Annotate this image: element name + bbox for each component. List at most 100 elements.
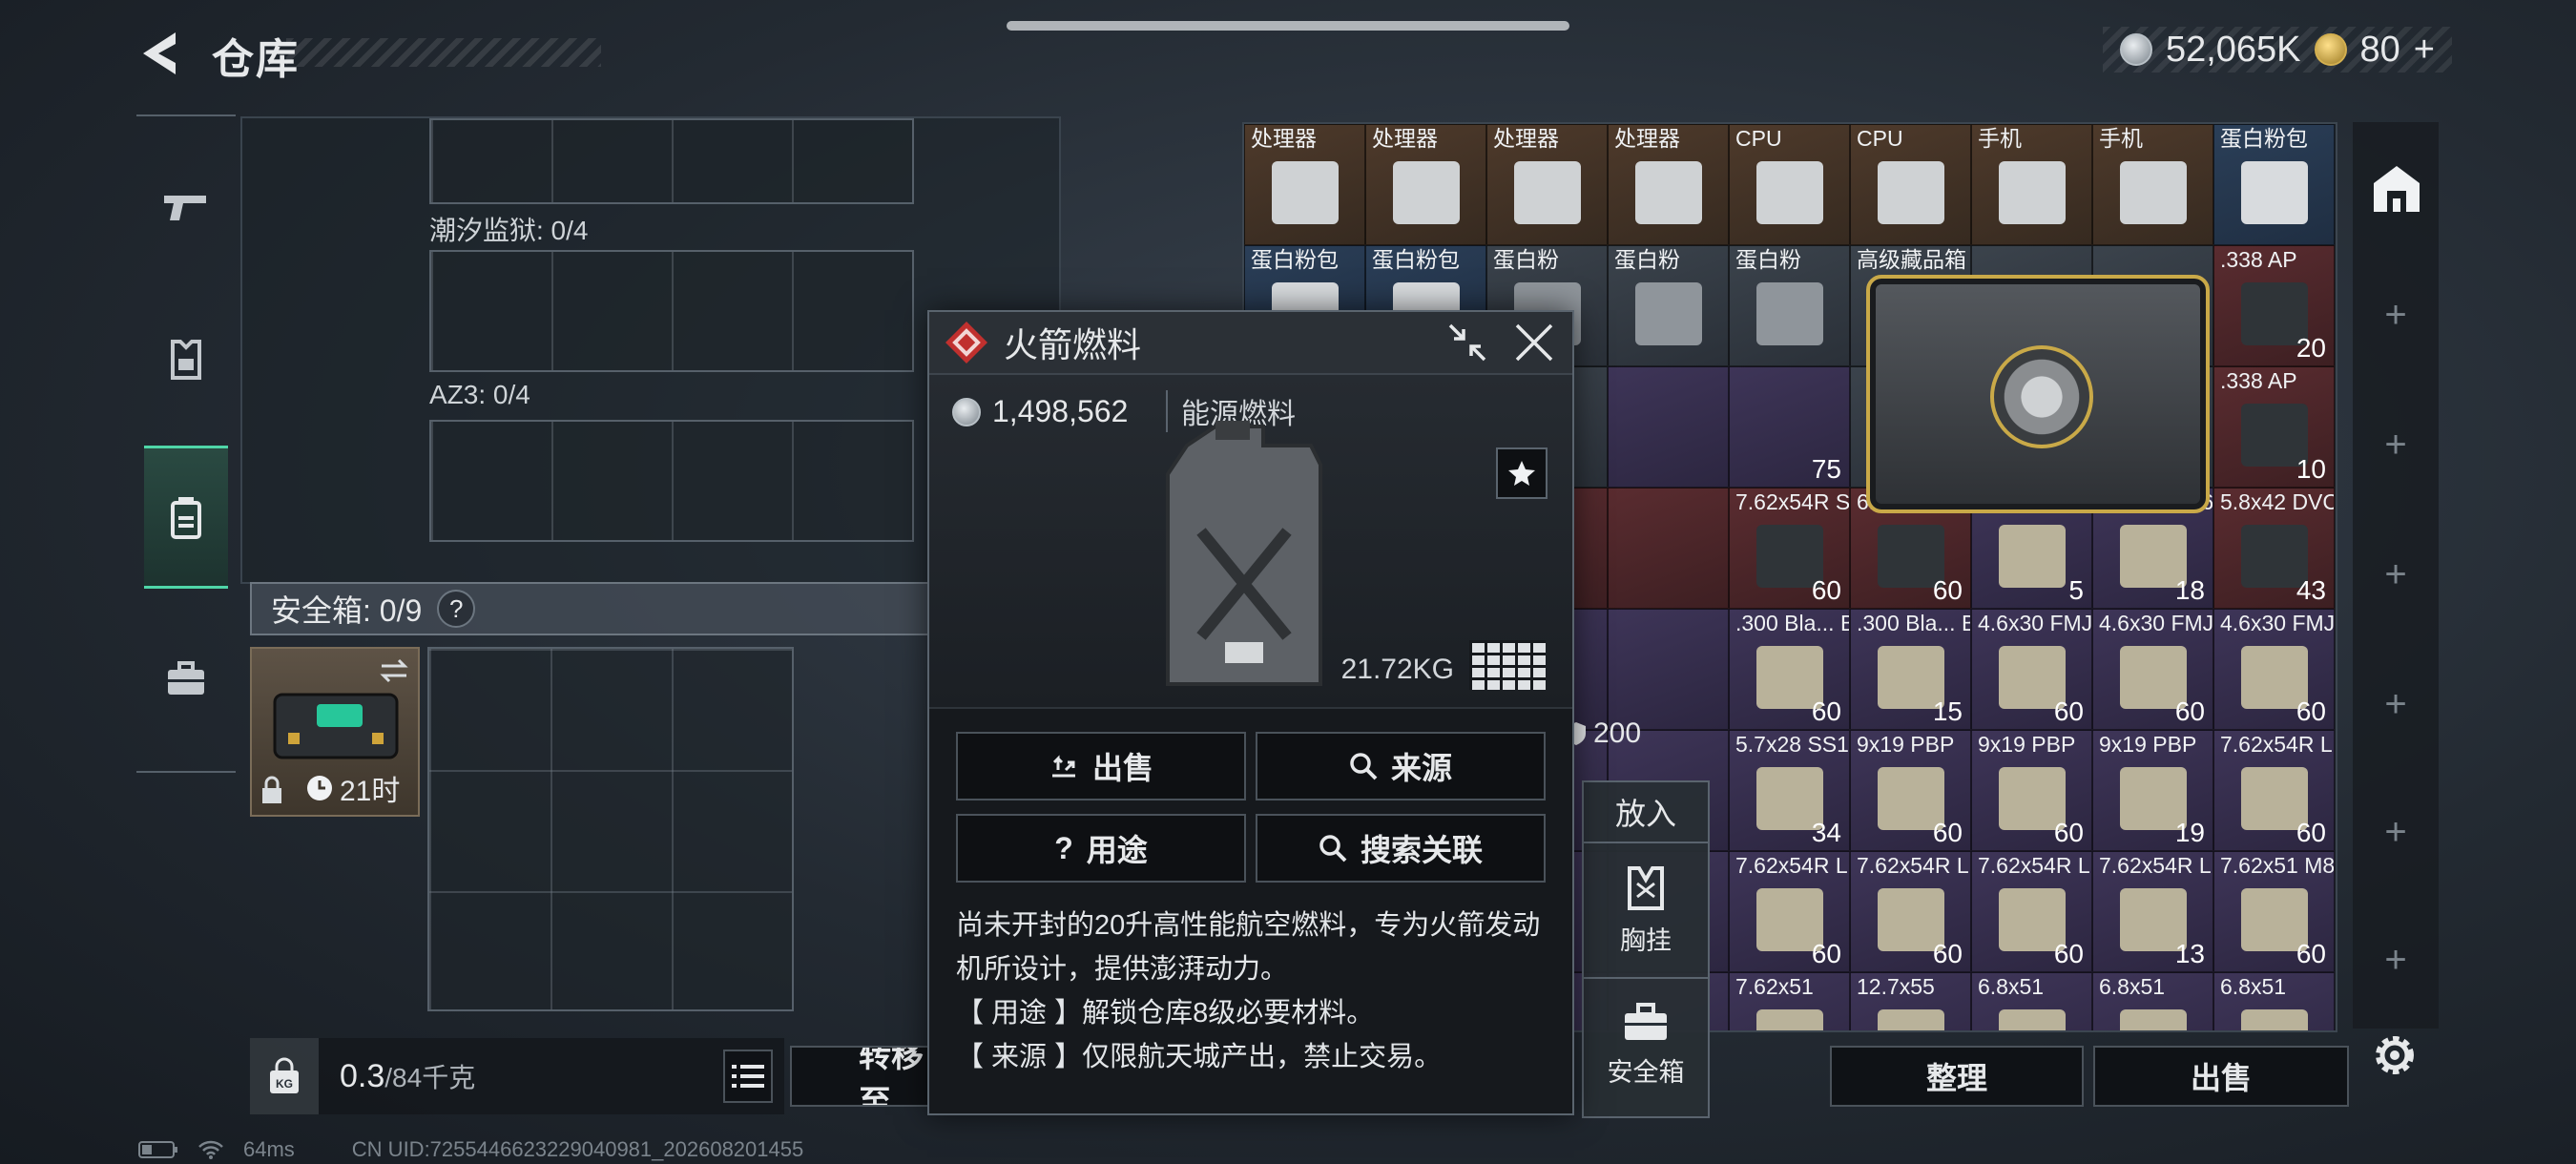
list-view-button[interactable] [723,1050,773,1103]
inventory-cell[interactable]: CPU [1850,124,1971,245]
help-button[interactable]: ? [437,590,476,628]
item-label: 手机 [1978,126,2022,151]
inventory-cell[interactable]: 9x19 PBP 60 [1850,730,1971,851]
inventory-cell[interactable]: 9x19 PBP 19 [2092,730,2213,851]
inventory-cell[interactable]: .300 Bla... BCP FMJ 15 [1850,609,1971,730]
safe-box-grid[interactable] [427,647,794,1011]
star-icon [1508,461,1535,486]
put-in-vest-label: 胸挂 [1620,925,1672,955]
collapse-icon[interactable] [1446,322,1488,364]
item-name: 火箭燃料 [1004,325,1142,364]
item-label: 4.6x30 FMJ SX [2220,611,2335,635]
favorite-button[interactable] [1496,447,1548,499]
weight-bar: KG 0.3/84千克 [250,1038,784,1114]
inventory-cell[interactable]: 蛋白粉 [1608,245,1729,366]
sell-button[interactable]: 出售 [956,732,1246,800]
warehouse-icon[interactable] [2370,162,2423,216]
nav-weapons[interactable] [144,135,228,279]
nav-armor[interactable] [144,288,228,431]
add-tab-4[interactable]: + [2353,683,2439,726]
inventory-cell[interactable]: .338 AP 20 [2213,245,2335,366]
item-count: 18 [2174,575,2205,605]
inventory-cell[interactable]: 7.62x54R LPS 13 [2092,851,2213,972]
inventory-cell[interactable]: 6.8x51 [2213,972,2335,1030]
inventory-cell[interactable]: 蛋白粉包 [2213,124,2335,245]
item-count: 10 [2296,454,2326,484]
battery-icon [138,1141,177,1158]
close-icon[interactable] [1513,322,1555,364]
add-currency-button[interactable]: + [2414,30,2435,71]
add-tab-6[interactable]: + [2353,939,2439,982]
inventory-cell[interactable]: 处理器 [1244,124,1365,245]
item-count: 60 [2053,818,2084,847]
safe-box-slot[interactable]: 21时 [250,647,420,817]
item-count: 43 [2296,575,2326,605]
source-button[interactable]: 来源 [1256,732,1546,800]
slot-grid-top[interactable] [429,118,914,204]
add-tab-5[interactable]: + [2353,811,2439,854]
gold-coin-icon [2314,33,2347,66]
inventory-cell[interactable]: 手机 [1971,124,2092,245]
put-in-safebox[interactable]: 安全箱 [1584,977,1708,1111]
inventory-cell[interactable]: 6.8x51 [2092,972,2213,1030]
inventory-cell[interactable]: 6.8x51 [1971,972,2092,1030]
inventory-cell[interactable]: 处理器 [1365,124,1486,245]
inventory-cell[interactable]: .300 Bla... BCP FMJ 60 [1729,609,1850,730]
nav-backpack[interactable] [144,446,228,589]
item-detail-popup: 火箭燃料 1,498,562 能源燃料 21.72KG 出售 来源 ? 用途 搜… [927,310,1574,1115]
source-text: 【 来源 】仅限航天城产出，禁止交易。 [956,1042,1443,1072]
vest-icon [1628,865,1664,910]
slot-grid-tide-prison[interactable] [429,250,914,372]
inventory-cell[interactable] [1608,609,1729,730]
item-label: 5.8x42 DVC12 +P [2220,489,2334,514]
sort-button[interactable]: 整理 [1830,1046,2084,1107]
item-label: 蛋白粉 [1735,247,1801,272]
inventory-cell[interactable]: 5.8x42 DVC12 +P 43 [2213,488,2335,609]
inventory-cell[interactable]: 手机 [2092,124,2213,245]
search-related-button[interactable]: 搜索关联 [1256,814,1546,883]
item-thumbnail [2120,161,2187,224]
inventory-cell[interactable]: CPU [1729,124,1850,245]
item-weight: 21.72KG [1340,654,1454,685]
inventory-cell[interactable]: 12.7x55 [1850,972,1971,1030]
item-label: 处理器 [1493,126,1559,151]
inventory-cell[interactable] [1608,488,1729,609]
inventory-cell[interactable]: 7.62x54R LPS 60 [2213,730,2335,851]
inventory-cell[interactable]: 7.62x51 [1729,972,1850,1030]
put-in-vest[interactable]: 胸挂 [1584,843,1708,977]
item-label: CPU [1735,126,1782,151]
question-icon: ? [1054,830,1073,865]
back-button[interactable] [134,27,187,80]
inventory-cell[interactable]: 9x19 PBP 60 [1971,730,2092,851]
inventory-cell[interactable]: 7.62x54R LPS 60 [1971,851,2092,972]
inventory-cell[interactable]: 4.6x30 FMJ SX 60 [2092,609,2213,730]
inventory-cell[interactable]: 4.6x30 FMJ SX 60 [2213,609,2335,730]
usage-button[interactable]: ? 用途 [956,814,1246,883]
nav-safebox[interactable] [144,608,228,751]
add-tab-1[interactable]: + [2353,294,2439,337]
inventory-cell[interactable]: 处理器 [1608,124,1729,245]
transfer-button[interactable]: 转移至 [790,1046,933,1107]
inventory-cell[interactable]: 5.7x28 SS193 34 [1729,730,1850,851]
inventory-cell[interactable]: 处理器 [1486,124,1608,245]
briefcase-icon [1625,1002,1667,1040]
inventory-cell[interactable]: 7.62x54R LPS 60 [1850,851,1971,972]
inventory-cell[interactable]: 4.6x30 FMJ SX 60 [1971,609,2092,730]
add-tab-3[interactable]: + [2353,553,2439,596]
title-stripe [286,38,601,67]
settings-gear-icon[interactable] [2368,1029,2421,1082]
inventory-cell[interactable] [1608,366,1729,488]
status-bar: 64ms CN UID:7255446623229040981_20260820… [138,1137,803,1162]
back-arrow-icon [143,32,176,74]
inventory-cell[interactable]: 7.62x51 M80 60 [2213,851,2335,972]
inventory-cell[interactable]: 7.62x54R LPS 60 [1729,851,1850,972]
slot-grid-az3[interactable] [429,420,914,542]
sell-all-button[interactable]: 出售 [2093,1046,2349,1107]
swap-icon [380,658,408,683]
inventory-cell[interactable]: .338 AP 10 [2213,366,2335,488]
inventory-cell[interactable]: 75 [1729,366,1850,488]
inventory-cell[interactable]: 7.62x54R SNB 60 [1729,488,1850,609]
item-price-value: 1,498,562 [992,394,1129,428]
add-tab-2[interactable]: + [2353,424,2439,467]
inventory-cell[interactable]: 蛋白粉 [1729,245,1850,366]
